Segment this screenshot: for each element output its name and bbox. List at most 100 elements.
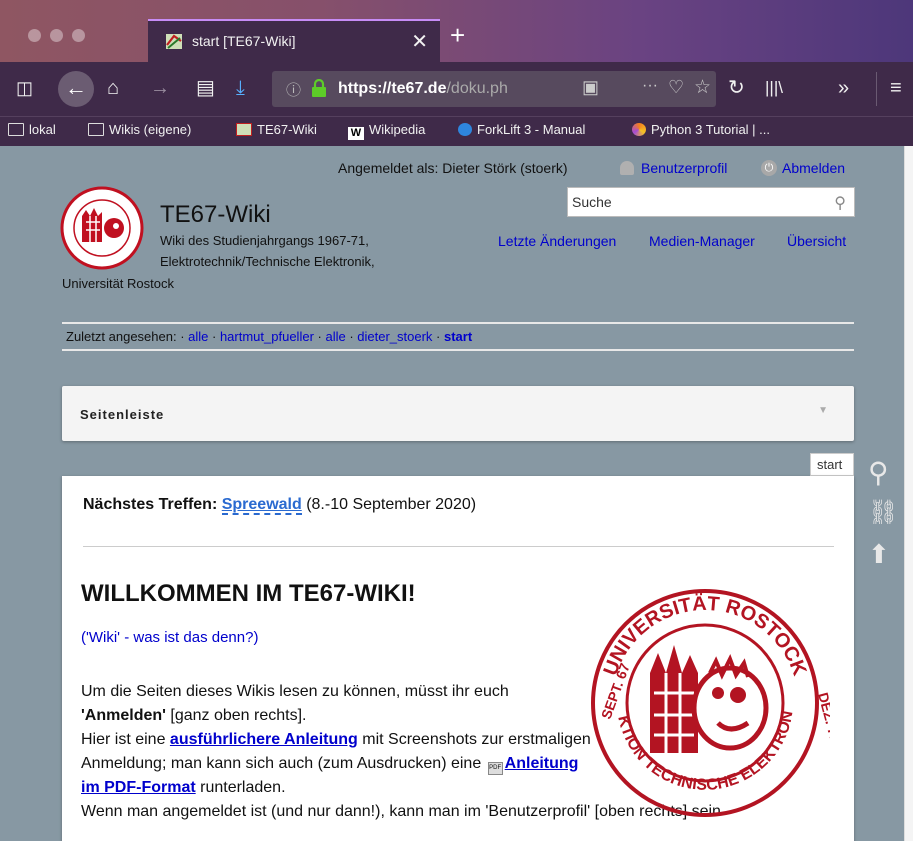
bookmark-star-icon[interactable]: ☆ — [694, 76, 711, 99]
site-title[interactable]: TE67-Wiki — [160, 201, 271, 229]
breadcrumb-item[interactable]: alle — [325, 329, 345, 344]
web-page: Angemeldet als: Dieter Störk (stoerk) Be… — [0, 146, 913, 841]
bookmark-label: ForkLift 3 - Manual — [477, 122, 586, 137]
toolbar-separator — [876, 72, 877, 106]
info-icon[interactable]: ⓘ — [286, 79, 301, 100]
page-actions-icon[interactable]: ··· — [642, 77, 658, 95]
bookmarks-toolbar: lokal Wikis (eigene) TE67-Wiki W Wikipedi… — [0, 116, 913, 146]
bookmark-label: Wikipedia — [369, 122, 426, 137]
intro-text-part: Hier ist eine — [81, 731, 170, 748]
intro-text: Um die Seiten dieses Wikis lesen zu könn… — [81, 680, 721, 824]
close-tab-icon[interactable]: ✕ — [411, 29, 428, 54]
breadcrumb-divider-bottom — [62, 349, 854, 351]
sitemap-link[interactable]: Übersicht — [787, 233, 846, 249]
tab-strip: start [TE67-Wiki] ✕ + — [0, 0, 913, 62]
next-meeting-label: Nächstes Treffen: — [83, 496, 218, 513]
site-tagline-2: Elektrotechnik/Technische Elektronik, — [160, 254, 375, 269]
page-id-badge: start — [810, 453, 854, 476]
browser-window: start [TE67-Wiki] ✕ + ◫ ← ⌂ → ▤ ⤓ ⓘ http… — [0, 0, 913, 841]
logout-icon: ⏻ — [761, 160, 777, 176]
navigation-toolbar: ◫ ← ⌂ → ▤ ⤓ ⓘ https://te67.de/doku.ph ▣ … — [0, 62, 913, 116]
breadcrumb-divider-top — [62, 322, 854, 324]
te67-favicon-icon — [166, 34, 182, 49]
zoom-window-button[interactable] — [72, 29, 85, 42]
url-bar[interactable]: ⓘ https://te67.de/doku.ph ▣ ··· ♡ ☆ — [272, 71, 716, 107]
te67-logo-icon[interactable] — [60, 186, 144, 270]
profile-link[interactable]: Benutzerprofil — [641, 160, 727, 176]
logged-in-info: Angemeldet als: Dieter Störk (stoerk) — [338, 160, 568, 176]
bookmark-lokal[interactable]: lokal — [8, 122, 56, 137]
intro-text-part: runterladen. — [195, 779, 286, 796]
university-stamp-image: UNIVERSITÄT ROSTOCK SEKTION TECHNISCHE E… — [580, 583, 830, 817]
next-meeting-link[interactable]: Spreewald — [221, 496, 302, 515]
next-meeting-date: (8.-10 September 2020) — [306, 496, 477, 513]
tab-title: start [TE67-Wiki] — [192, 33, 296, 49]
bookmark-te67-wiki[interactable]: TE67-Wiki — [236, 122, 317, 137]
search-input[interactable]: Suche ⚲ — [567, 187, 855, 217]
recent-changes-link[interactable]: Letzte Änderungen — [498, 233, 616, 249]
bookmark-label: Python 3 Tutorial | ... — [651, 122, 770, 137]
bookmark-wikipedia[interactable]: W Wikipedia — [348, 122, 425, 140]
bookmark-python[interactable]: Python 3 Tutorial | ... — [632, 122, 770, 137]
pdf-icon: PDF — [487, 762, 503, 775]
breadcrumb-item[interactable]: hartmut_pfueller — [220, 329, 314, 344]
hamburger-menu-icon[interactable]: ≡ — [890, 76, 902, 100]
url-domain: https://te67.de — [338, 80, 447, 97]
user-icon — [620, 161, 634, 175]
download-icon[interactable]: ⤓ — [236, 76, 245, 100]
forward-icon[interactable]: → — [150, 76, 170, 100]
intro-text-part: [ganz oben rechts]. — [165, 707, 307, 724]
breadcrumb: Zuletzt angesehen: · alle · hartmut_pfue… — [66, 329, 473, 344]
sidebar-title: Seitenleiste — [80, 407, 165, 422]
intro-text-part: Um die Seiten dieses Wikis lesen zu könn… — [81, 683, 509, 700]
tab-active[interactable]: start [TE67-Wiki] ✕ — [148, 19, 440, 62]
reload-icon[interactable]: ↻ — [728, 76, 745, 100]
page-content: Nächstes Treffen: Spreewald (8.-10 Septe… — [62, 476, 854, 841]
backlinks-icon[interactable]: ⛓ — [868, 498, 898, 527]
next-meeting: Nächstes Treffen: Spreewald (8.-10 Septe… — [83, 496, 477, 515]
sidebar-toggle[interactable]: Seitenleiste ▼ — [62, 386, 854, 441]
print-icon[interactable]: ▤ — [196, 76, 215, 100]
media-manager-link[interactable]: Medien-Manager — [649, 233, 755, 249]
pocket-icon[interactable]: ♡ — [668, 77, 684, 98]
back-button[interactable]: ← — [58, 71, 94, 107]
overflow-menu-icon[interactable]: » — [838, 76, 849, 100]
url-text: https://te67.de/doku.ph — [338, 80, 543, 98]
breadcrumb-item[interactable]: dieter_stoerk — [357, 329, 432, 344]
content-divider — [83, 546, 834, 547]
detailed-guide-link[interactable]: ausführlichere Anleitung — [170, 731, 358, 748]
minimize-window-button[interactable] — [50, 29, 63, 42]
back-to-top-icon[interactable]: ⬆ — [868, 539, 890, 570]
new-tab-button[interactable]: + — [450, 22, 465, 48]
anmelden-emphasis: 'Anmelden' — [81, 707, 166, 724]
folder-icon — [8, 123, 24, 136]
wiki-explanation-link[interactable]: ('Wiki' - was ist das denn?) — [81, 629, 258, 646]
folder-icon — [88, 123, 104, 136]
page-heading: WILLKOMMEN IM TE67-WIKI! — [81, 580, 416, 607]
home-icon[interactable]: ⌂ — [107, 76, 119, 100]
search-icon[interactable]: ⚲ — [834, 193, 846, 213]
page-scrollbar[interactable] — [904, 146, 913, 841]
site-tagline-1: Wiki des Studienjahrgangs 1967-71, — [160, 233, 369, 248]
breadcrumb-item[interactable]: alle — [188, 329, 208, 344]
reader-view-icon[interactable]: ▣ — [582, 77, 599, 98]
bookmark-label: Wikis (eigene) — [109, 122, 192, 137]
forklift-icon — [458, 123, 472, 136]
te67-favicon-icon — [236, 123, 252, 136]
site-tagline-3: Universität Rostock — [62, 276, 174, 291]
library-icon[interactable]: |||\ — [765, 76, 783, 100]
bookmark-forklift[interactable]: ForkLift 3 - Manual — [458, 122, 585, 137]
url-path: /doku.ph — [446, 80, 508, 97]
logout-link[interactable]: Abmelden — [782, 160, 845, 176]
sidebar-toggle-icon[interactable]: ◫ — [16, 76, 33, 100]
breadcrumb-current[interactable]: start — [444, 329, 472, 344]
lock-icon — [312, 79, 326, 97]
search-icon[interactable]: ⚲ — [868, 456, 889, 489]
wikipedia-icon: W — [348, 127, 364, 140]
bookmark-label: lokal — [29, 122, 56, 137]
close-window-button[interactable] — [28, 29, 41, 42]
firefox-icon — [632, 123, 646, 136]
search-placeholder: Suche — [572, 194, 612, 210]
bookmark-wikis[interactable]: Wikis (eigene) — [88, 122, 191, 137]
breadcrumb-label: Zuletzt angesehen: — [66, 329, 177, 344]
